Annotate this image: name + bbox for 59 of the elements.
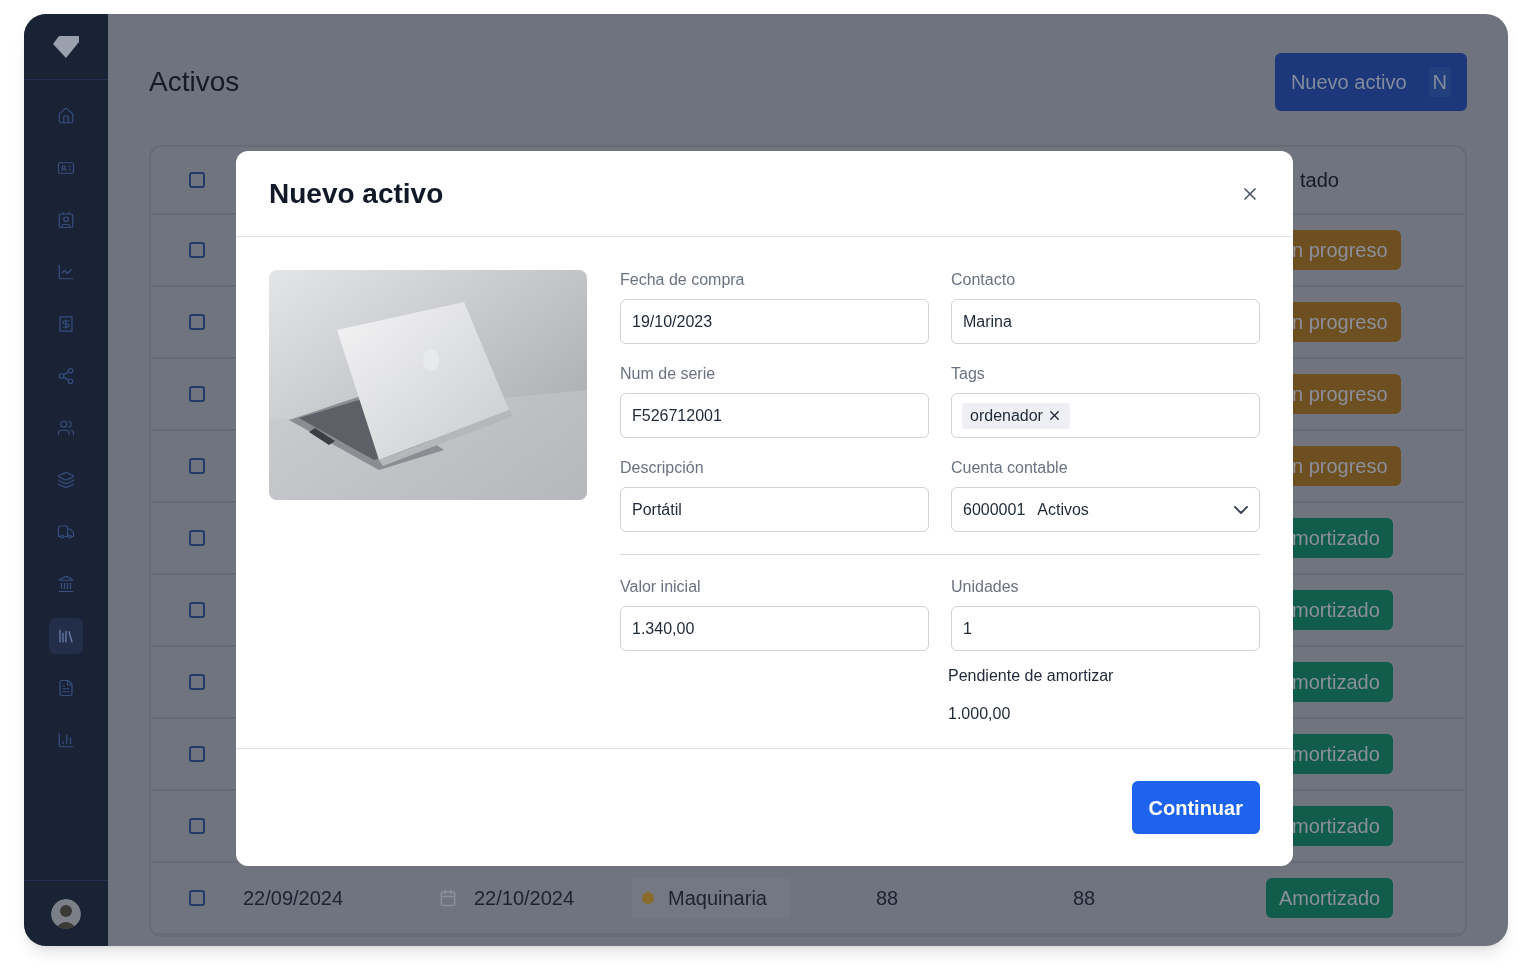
input-field[interactable]: Marina [951,299,1260,344]
row-checkbox[interactable] [189,890,205,906]
field-label: Tags [951,364,986,384]
status-badge: Amortizado [1266,878,1394,918]
contact-book-icon [57,211,75,229]
id-card-icon [57,159,75,177]
table-cell-text: 88 [876,886,900,911]
page-title: Activos [149,65,240,99]
field-label: Valor inicial [620,577,702,597]
input-field[interactable]: 1 [951,606,1260,651]
row-checkbox[interactable] [189,602,205,618]
input-field[interactable]: F526712001 [620,393,929,438]
table-cell-text: 22/10/2024 [474,886,576,911]
line-chart-icon [57,263,75,281]
input-field[interactable]: 19/10/2023 [620,299,929,344]
row-checkbox[interactable] [189,818,205,834]
truck-icon [57,523,75,541]
home-icon [57,107,75,125]
category-chip: Maquinaria [632,878,790,918]
pending-label: Pendiente de amortizar [948,666,1115,686]
tags-field[interactable]: ordenador [951,393,1260,438]
avatar[interactable] [51,898,81,929]
tag-label: ordenador [970,405,1043,426]
calendar-icon [439,889,457,907]
input-field[interactable]: Portátil [620,487,929,532]
column-header: tado [1299,168,1340,193]
continue-button[interactable]: Continuar [1131,781,1260,834]
row-checkbox[interactable] [189,242,205,258]
row-checkbox[interactable] [189,314,205,330]
field-label: Cuenta contable [951,458,1069,478]
users-icon [57,419,75,437]
table-cell-text: 22/09/2024 [243,886,345,911]
receipt-icon [57,315,75,333]
share-icon [57,367,75,385]
field-label: Contacto [951,270,1017,290]
row-checkbox[interactable] [189,746,205,762]
layers-icon [57,471,75,489]
row-checkbox[interactable] [189,386,205,402]
input-field[interactable]: 1.340,00 [620,606,929,651]
row-checkbox[interactable] [189,674,205,690]
chevron-down-icon [1234,505,1248,514]
logo-icon [53,35,79,58]
field-label: Fecha de compra [620,270,746,290]
sidebar-item[interactable] [49,618,83,654]
field-label: Unidades [951,577,1020,597]
shortcut-key: N [1428,67,1451,97]
select-field[interactable]: 6000001 Activos [951,487,1260,532]
field-label: Num de serie [620,364,717,384]
table-cell-text: 88 [1073,886,1097,911]
pending-value: 1.000,00 [948,704,1012,724]
field-label: Descripción [620,458,705,478]
bar-chart-icon [57,731,75,749]
books-icon [57,627,75,645]
document-icon [57,679,75,697]
bank-icon [57,575,75,593]
modal-title: Nuevo activo [269,176,444,211]
row-checkbox[interactable] [189,530,205,546]
row-checkbox[interactable] [189,172,205,188]
row-checkbox[interactable] [189,458,205,474]
